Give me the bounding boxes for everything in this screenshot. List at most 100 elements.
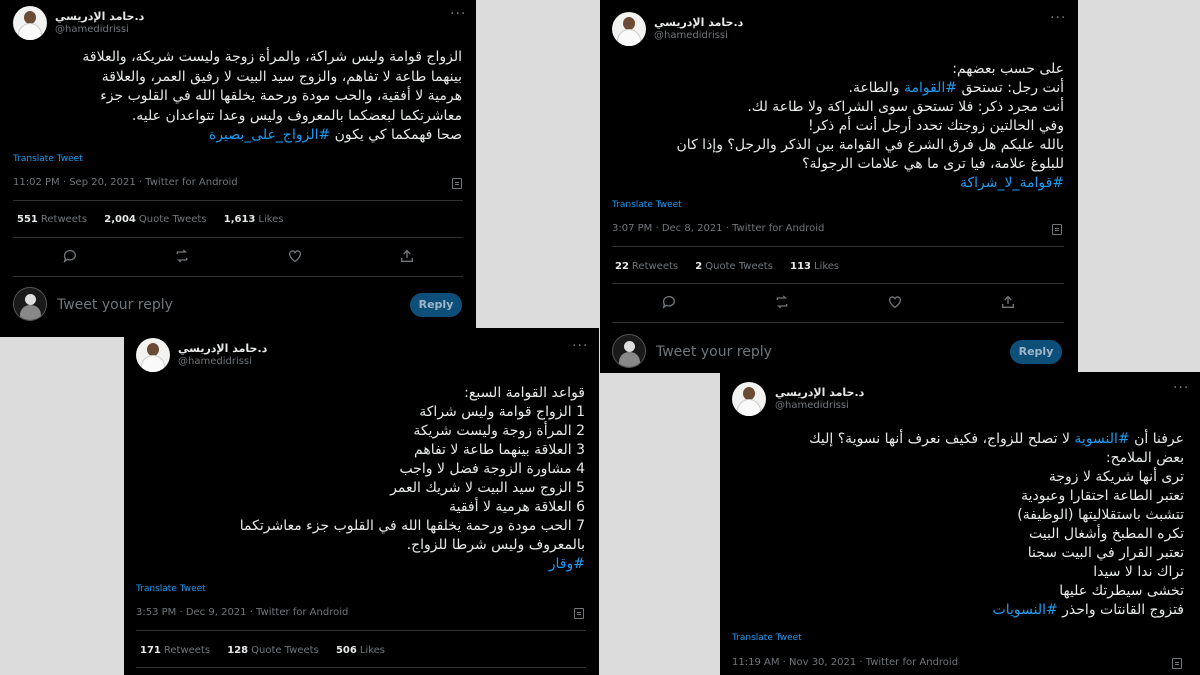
- retweet-icon[interactable]: [774, 294, 792, 310]
- more-options-icon[interactable]: ···: [450, 6, 466, 22]
- quotes-stat[interactable]: 2,004 Quote Tweets: [104, 214, 206, 225]
- likes-stat[interactable]: 1,613 Likes: [224, 214, 284, 225]
- tweet-line: 7 الحب مودة ورحمة يخلقها الله في القلوب …: [239, 518, 585, 534]
- translate-tweet-link[interactable]: Translate Tweet: [136, 584, 206, 594]
- tweet-card-3: د.حامد الإدريسي @hamedidrissi ··· قواعد …: [124, 328, 599, 675]
- hashtag-link[interactable]: #وقار: [240, 555, 585, 574]
- current-user-avatar: [612, 334, 646, 368]
- translate-tweet-link[interactable]: Translate Tweet: [732, 633, 802, 643]
- author-name[interactable]: د.حامد الإدريسي: [775, 386, 864, 399]
- tweet-line: بالمعروف وليس شرطا للزواج.: [406, 537, 585, 553]
- tweet-stats: 22 Retweets 2 Quote Tweets 113 Likes: [615, 261, 853, 272]
- share-icon[interactable]: [1000, 294, 1018, 310]
- divider: [612, 246, 1064, 247]
- like-icon[interactable]: [887, 294, 905, 310]
- tweet-line: قواعد القوامة السبع:: [464, 385, 585, 401]
- tweet-line: تعتبر الطاعة احتقارا وعبودية: [1021, 488, 1184, 504]
- share-icon[interactable]: [399, 248, 417, 264]
- author-handle[interactable]: @hamedidrissi: [178, 356, 252, 367]
- tweet-text: على حسب بعضهم: أنت رجل: تستحق #القوامة و…: [677, 60, 1064, 193]
- translate-tweet-link[interactable]: Translate Tweet: [612, 200, 682, 210]
- hashtag-link[interactable]: #القوامة: [904, 80, 957, 96]
- retweet-icon[interactable]: [174, 248, 192, 264]
- quotes-stat[interactable]: 128 Quote Tweets: [227, 645, 319, 656]
- more-options-icon[interactable]: ···: [1050, 10, 1066, 26]
- tweet-timestamp[interactable]: 3:53 PM · Dec 9, 2021 · Twitter for Andr…: [136, 607, 348, 618]
- likes-stat[interactable]: 506 Likes: [336, 645, 385, 656]
- tweet-stats: 171 Retweets 128 Quote Tweets 506 Likes: [140, 645, 399, 656]
- quotes-stat[interactable]: 2 Quote Tweets: [695, 261, 773, 272]
- tweet-text: عرفنا أن #النسوية لا تصلح للزواج، فكيف ن…: [809, 430, 1184, 620]
- tweet-line: صحا فهمكما كي يكون #الزواج_على_بصيرة: [82, 126, 462, 146]
- tweet-timestamp[interactable]: 11:19 AM · Nov 30, 2021 · Twitter for An…: [732, 657, 958, 668]
- author-handle[interactable]: @hamedidrissi: [654, 30, 728, 41]
- retweets-stat[interactable]: 22 Retweets: [615, 261, 678, 272]
- reply-button[interactable]: Reply: [410, 293, 462, 317]
- tweet-text: الزواج قوامة وليس شراكة، والمرأة زوجة ول…: [82, 48, 462, 146]
- tweet-line: أنت رجل: تستحق #القوامة والطاعة.: [677, 79, 1065, 98]
- divider: [136, 630, 586, 631]
- tweet-line-text: صحا فهمكما كي يكون: [330, 127, 462, 143]
- current-user-avatar: [13, 287, 47, 321]
- tweet-line: للبلوغ علامة، فيا ترى ما هي علامات الرجو…: [802, 156, 1064, 172]
- tweet-line-text: عرفنا أن: [1129, 431, 1184, 447]
- tweet-line-text: والطاعة.: [848, 80, 904, 96]
- tweet-line: 5 الزوج سيد البيت لا شريك العمر: [390, 480, 585, 496]
- tweet-line: تراك ندا لا سيدا: [1093, 564, 1184, 580]
- tweet-line: 1 الزواج قوامة وليس شراكة: [419, 404, 585, 420]
- tweet-line: تكره المطبخ وأشغال البيت: [1029, 526, 1184, 542]
- author-handle[interactable]: @hamedidrissi: [775, 400, 849, 411]
- reply-icon[interactable]: [661, 294, 679, 310]
- author-avatar[interactable]: [13, 6, 47, 40]
- divider: [612, 283, 1064, 284]
- tweet-card-2: د.حامد الإدريسي @hamedidrissi ··· على حس…: [600, 0, 1078, 373]
- translate-tweet-link[interactable]: Translate Tweet: [13, 154, 83, 164]
- tweet-line: الزواج قوامة وليس شراكة، والمرأة زوجة ول…: [82, 49, 462, 65]
- hashtag-link[interactable]: #النسوية: [1074, 431, 1129, 447]
- tweet-line-text: لا تصلح للزواج، فكيف نعرف أنها نسوية؟ إل…: [809, 431, 1075, 447]
- retweets-stat[interactable]: 171 Retweets: [140, 645, 210, 656]
- tweet-line: 2 المرأة زوجة وليست شريكة: [413, 423, 585, 439]
- author-name[interactable]: د.حامد الإدريسي: [654, 16, 743, 29]
- reply-input[interactable]: Tweet your reply: [57, 297, 173, 313]
- reply-icon[interactable]: [62, 248, 80, 264]
- tweet-line-text: أنت رجل: تستحق: [957, 80, 1064, 96]
- retweets-stat[interactable]: 551 Retweets: [17, 214, 87, 225]
- analytics-icon[interactable]: [574, 608, 584, 619]
- like-icon[interactable]: [287, 248, 305, 264]
- divider: [13, 237, 463, 238]
- more-options-icon[interactable]: ···: [1173, 380, 1189, 396]
- divider: [13, 276, 463, 277]
- author-avatar[interactable]: [136, 338, 170, 372]
- author-name[interactable]: د.حامد الإدريسي: [55, 10, 144, 23]
- tweet-line: أنت مجرد ذكر: فلا تستحق سوى الشراكة ولا …: [747, 99, 1064, 115]
- hashtag-link[interactable]: #الزواج_على_بصيرة: [209, 127, 330, 143]
- tweet-line: عرفنا أن #النسوية لا تصلح للزواج، فكيف ن…: [809, 430, 1184, 449]
- tweet-card-4: د.حامد الإدريسي @hamedidrissi ··· عرفنا …: [720, 372, 1200, 675]
- author-handle[interactable]: @hamedidrissi: [55, 24, 129, 35]
- tweet-line: بينهما طاعة لا تفاهم، والزوج سيد البيت ل…: [101, 68, 462, 85]
- tweet-line: 3 العلاقة بينهما طاعة لا تفاهم: [414, 442, 585, 458]
- tweet-timestamp[interactable]: 3:07 PM · Dec 8, 2021 · Twitter for Andr…: [612, 223, 824, 234]
- analytics-icon[interactable]: [1052, 224, 1062, 235]
- tweet-line: معاشرتكما لبعضكما بالمعروف وليس وعدا تتو…: [131, 107, 462, 124]
- reply-input[interactable]: Tweet your reply: [656, 344, 772, 360]
- tweet-line: بالله عليكم هل فرق الشرع في القوامة بين …: [676, 137, 1064, 153]
- divider: [612, 322, 1064, 323]
- tweet-text: قواعد القوامة السبع: 1 الزواج قوامة وليس…: [240, 384, 585, 574]
- author-avatar[interactable]: [612, 12, 646, 46]
- reply-button[interactable]: Reply: [1010, 340, 1062, 364]
- likes-stat[interactable]: 113 Likes: [790, 261, 839, 272]
- more-options-icon[interactable]: ···: [572, 338, 588, 354]
- author-name[interactable]: د.حامد الإدريسي: [178, 342, 267, 355]
- hashtag-link[interactable]: #النسويات: [993, 602, 1058, 618]
- analytics-icon[interactable]: [452, 178, 462, 189]
- tweet-line: 4 مشاورة الزوجة فضل لا واجب: [399, 461, 585, 477]
- tweet-timestamp[interactable]: 11:02 PM · Sep 20, 2021 · Twitter for An…: [13, 177, 238, 188]
- author-avatar[interactable]: [732, 382, 766, 416]
- tweet-line: 6 العلاقة هرمية لا أفقية: [449, 499, 585, 515]
- hashtag-link[interactable]: #قوامة_لا_شراكة: [677, 174, 1064, 193]
- analytics-icon[interactable]: [1172, 658, 1182, 669]
- tweet-stats: 551 Retweets 2,004 Quote Tweets 1,613 Likes: [17, 214, 298, 225]
- tweet-line: على حسب بعضهم:: [952, 61, 1064, 77]
